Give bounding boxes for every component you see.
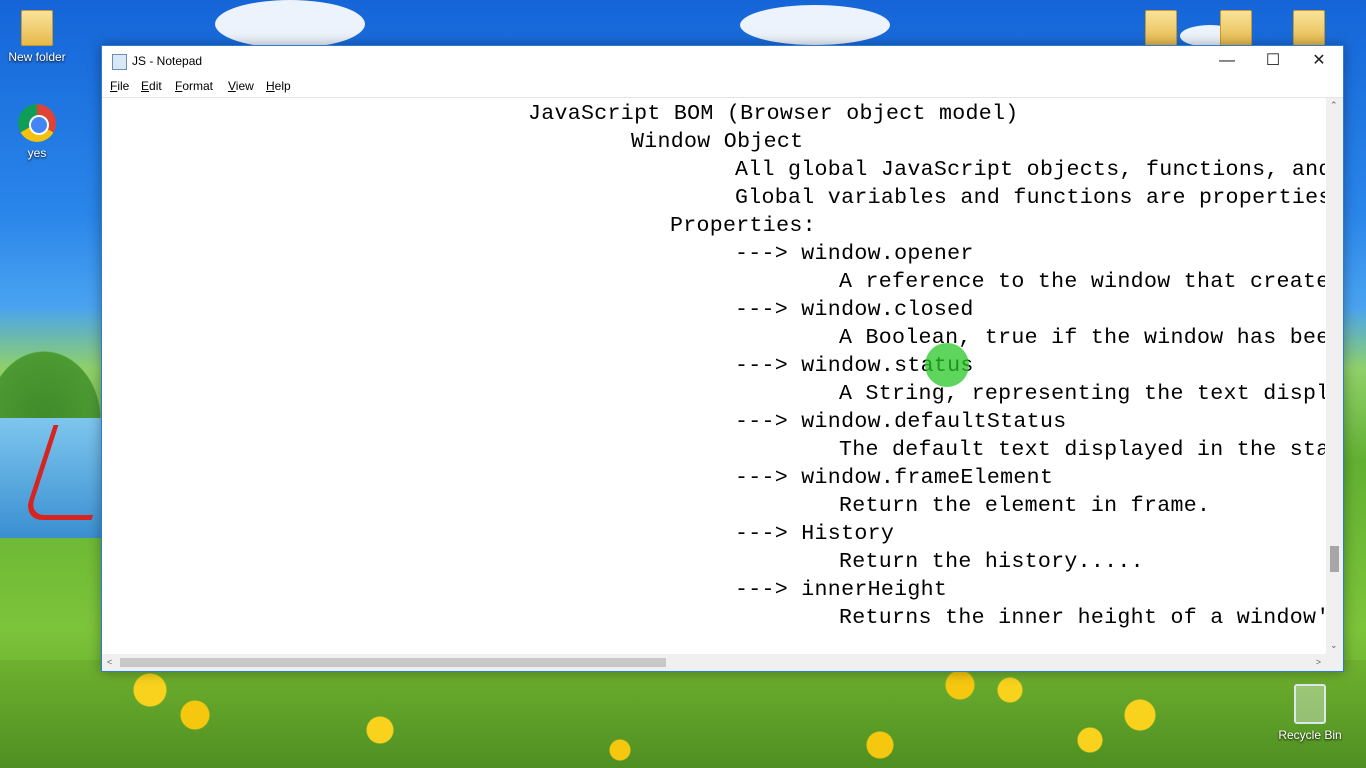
text-line: Properties:: [670, 214, 816, 238]
file-icon: [1145, 10, 1177, 46]
text-line: A Boolean, true if the window has bee: [839, 326, 1325, 350]
text-line: ---> innerHeight: [735, 578, 948, 602]
minimize-button[interactable]: —: [1204, 46, 1250, 76]
text-line: ---> History: [735, 522, 895, 546]
text-line: Global variables and functions are prope…: [735, 186, 1325, 210]
maximize-button[interactable]: ☐: [1250, 46, 1296, 76]
scroll-down-arrow-icon[interactable]: ⌄: [1330, 640, 1338, 651]
vertical-scrollbar[interactable]: ⌃ ⌄: [1326, 98, 1343, 654]
cloud: [215, 0, 365, 48]
text-line: Returns the inner height of a window': [839, 606, 1325, 630]
hills-scenery: [0, 340, 110, 420]
desktop-icon-label: Recycle Bin: [1278, 728, 1342, 742]
menu-edit[interactable]: Edit: [141, 79, 162, 93]
folder-icon: [1293, 10, 1325, 46]
menu-bar: File Edit Format View Help: [102, 76, 1343, 98]
text-line: The default text displayed in the sta: [839, 438, 1325, 462]
desktop-icon-file[interactable]: [1220, 10, 1252, 50]
desktop-icon-new-folder[interactable]: New folder: [2, 10, 72, 64]
scroll-right-arrow-icon[interactable]: >: [1316, 657, 1321, 667]
scroll-up-arrow-icon[interactable]: ⌃: [1330, 100, 1338, 111]
menu-file[interactable]: File: [110, 79, 129, 93]
menu-help[interactable]: Help: [266, 79, 291, 93]
desktop-icon-label: New folder: [8, 50, 66, 64]
text-line: ---> window.opener: [735, 242, 974, 266]
title-bar[interactable]: JS - Notepad — ☐ ✕: [102, 46, 1343, 76]
folder-icon: [21, 10, 53, 46]
cloud: [740, 5, 890, 45]
text-line: ---> window.closed: [735, 298, 974, 322]
notepad-window[interactable]: JS - Notepad — ☐ ✕ File Edit Format View…: [101, 45, 1344, 672]
text-editor[interactable]: JavaScript BOM (Browser object model) Wi…: [103, 98, 1325, 654]
notepad-icon: [112, 54, 127, 70]
vertical-scroll-thumb[interactable]: [1330, 546, 1339, 572]
horizontal-scrollbar[interactable]: < >: [102, 654, 1326, 671]
desktop-icon-label: yes: [27, 146, 47, 160]
desktop-icon-folder[interactable]: [1293, 10, 1325, 50]
text-line: JavaScript BOM (Browser object model): [528, 102, 1019, 126]
text-line: Window Object: [631, 130, 804, 154]
close-button[interactable]: ✕: [1296, 46, 1342, 76]
desktop-icon-chrome[interactable]: yes: [2, 104, 72, 160]
text-line: Return the history.....: [839, 550, 1144, 574]
desktop-icon-recycle-bin[interactable]: Recycle Bin: [1275, 684, 1345, 742]
menu-format[interactable]: Format: [175, 79, 213, 93]
text-line: All global JavaScript objects, functions…: [735, 158, 1325, 182]
text-line: A reference to the window that create: [839, 270, 1325, 294]
flower-field-scenery: [0, 660, 1366, 768]
file-icon: [1220, 10, 1252, 46]
scrollbar-corner: [1326, 654, 1343, 671]
desktop-icon-file[interactable]: [1145, 10, 1177, 50]
scroll-left-arrow-icon[interactable]: <: [107, 657, 112, 667]
text-line: A String, representing the text displ: [839, 382, 1325, 406]
text-line: Return the element in frame.: [839, 494, 1211, 518]
horizontal-scroll-thumb[interactable]: [120, 658, 666, 667]
mouse-cursor-highlight: [925, 343, 969, 387]
chrome-icon: [18, 104, 56, 142]
menu-view[interactable]: View: [228, 79, 254, 93]
window-title: JS - Notepad: [132, 54, 203, 68]
text-line: ---> window.defaultStatus: [735, 410, 1067, 434]
recycle-bin-icon: [1294, 684, 1326, 724]
text-line: ---> window.frameElement: [735, 466, 1054, 490]
